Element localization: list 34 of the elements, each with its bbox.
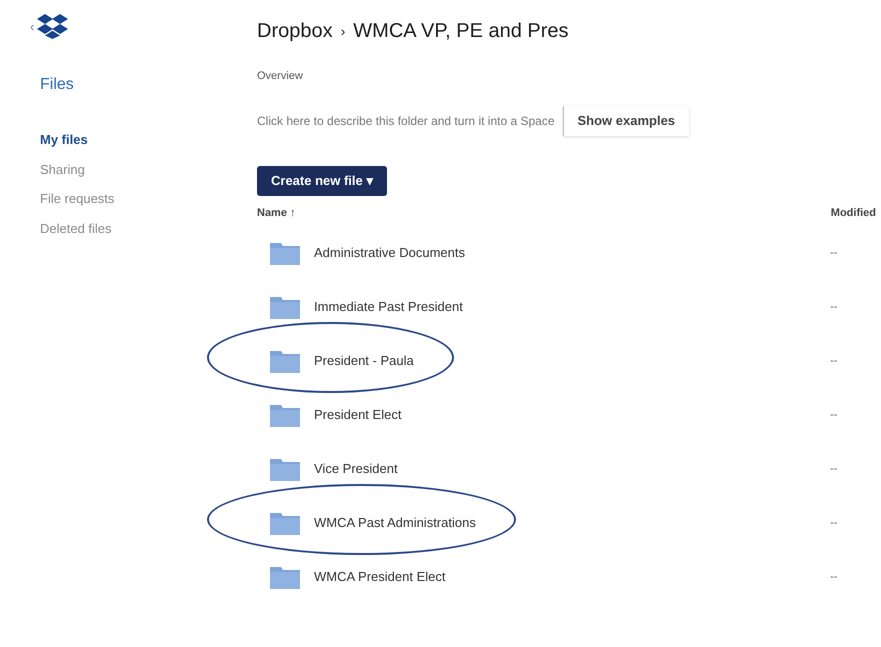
create-new-file-button[interactable]: Create new file ▾ — [257, 166, 388, 196]
show-examples-button[interactable]: Show examples — [562, 106, 690, 136]
folder-name[interactable]: WMCA Past Administrations — [314, 513, 476, 533]
folder-title: WMCA VP, PE and Pres — [353, 19, 569, 44]
folder-name[interactable]: WMCA President Elect — [314, 567, 446, 587]
folder-icon — [270, 295, 300, 319]
modified-cell-text: -- — [830, 300, 838, 315]
folder-icon — [270, 457, 300, 481]
modified-cell-text: -- — [830, 354, 838, 369]
folder-name[interactable]: President Elect — [314, 405, 402, 425]
folder-name[interactable]: President - Paula — [314, 351, 414, 371]
modified-cell-text: -- — [830, 246, 838, 261]
back-chevron[interactable]: ‹ — [30, 16, 34, 36]
overview-label: Overview — [257, 69, 304, 84]
section-title: Files — [40, 75, 75, 95]
modified-column-header[interactable]: Modified — [830, 204, 876, 221]
breadcrumb-separator: › — [340, 22, 346, 40]
description-link[interactable]: Click here to describe this folder and turn it into a Space — [257, 112, 554, 130]
folder-icon — [270, 349, 300, 373]
name-column-header[interactable]: Name ↑ — [257, 204, 296, 221]
box-logo-icon — [37, 14, 68, 39]
modified-cell-text: -- — [830, 570, 838, 585]
breadcrumb-link[interactable]: Dropbox — [257, 16, 333, 46]
folder-name[interactable]: Vice President — [314, 459, 398, 479]
modified-cell-text: -- — [830, 462, 838, 477]
modified-cell-text: -- — [830, 516, 838, 531]
nav-item[interactable]: My files — [40, 130, 257, 150]
folder-icon — [270, 241, 300, 265]
folder-icon — [270, 403, 300, 427]
folder-name[interactable]: Immediate Past President — [314, 297, 463, 317]
folder-icon — [270, 565, 300, 589]
folder-icon — [270, 511, 300, 535]
folder-name[interactable]: Administrative Documents — [314, 243, 465, 263]
modified-cell-text: -- — [830, 408, 838, 423]
